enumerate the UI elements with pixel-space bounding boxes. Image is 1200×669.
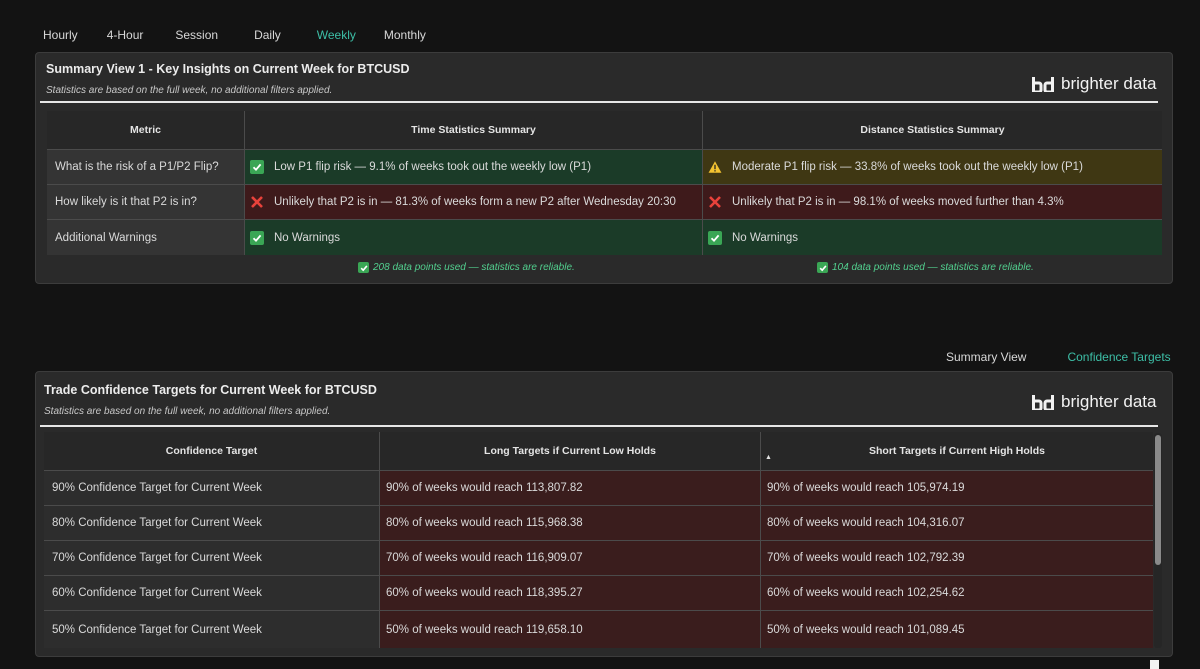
warning-icon <box>708 160 722 174</box>
cross-icon <box>708 195 722 209</box>
brighter-data-mark-icon <box>1032 394 1054 410</box>
cross-icon <box>250 195 264 209</box>
time-p2-in-cell: Unlikely that P2 is in — 81.3% of weeks … <box>244 185 702 219</box>
summary-row-flip-risk: What is the risk of a P1/P2 Flip? Low P1… <box>47 150 1162 185</box>
long-target: 90% of weeks would reach 113,807.82 <box>379 471 760 505</box>
brighter-data-mark-icon <box>1032 76 1054 92</box>
tab-summary-view[interactable]: Summary View <box>946 350 1026 364</box>
header-short-targets[interactable]: Short Targets if Current High Holds <box>760 432 1153 470</box>
summary-title: Summary View 1 - Key Insights on Current… <box>46 62 410 76</box>
short-target: 80% of weeks would reach 104,316.07 <box>760 506 1153 540</box>
long-target: 50% of weeks would reach 119,658.10 <box>379 611 760 648</box>
table-row: 90% Confidence Target for Current Week 9… <box>44 471 1153 506</box>
tab-weekly[interactable]: Weekly <box>317 28 356 44</box>
table-scrollbar[interactable] <box>1154 433 1162 648</box>
table-row: 80% Confidence Target for Current Week 8… <box>44 506 1153 541</box>
metric-label: Additional Warnings <box>47 220 244 255</box>
targets-title: Trade Confidence Targets for Current Wee… <box>44 383 377 397</box>
targets-header-row: Confidence Target Long Targets if Curren… <box>44 432 1153 471</box>
metric-label: How likely is it that P2 is in? <box>47 185 244 219</box>
view-tabs: Summary View Confidence Targets <box>946 350 1171 364</box>
long-target: 60% of weeks would reach 118,395.27 <box>379 576 760 610</box>
timeframe-tabs: Hourly 4-Hour Session Daily Weekly Month… <box>43 28 426 44</box>
target-label: 70% Confidence Target for Current Week <box>44 541 379 575</box>
scrollbar-thumb[interactable] <box>1155 435 1161 565</box>
target-label: 90% Confidence Target for Current Week <box>44 471 379 505</box>
target-label: 80% Confidence Target for Current Week <box>44 506 379 540</box>
long-target: 80% of weeks would reach 115,968.38 <box>379 506 760 540</box>
time-flip-risk-cell: Low P1 flip risk — 9.1% of weeks took ou… <box>244 150 702 184</box>
header-metric: Metric <box>47 111 244 149</box>
table-row: 70% Confidence Target for Current Week 7… <box>44 541 1153 576</box>
tab-confidence-targets[interactable]: Confidence Targets <box>1067 350 1170 364</box>
distance-reliability-note: 104 data points used — statistics are re… <box>817 262 1034 273</box>
summary-panel: Summary View 1 - Key Insights on Current… <box>35 52 1173 284</box>
brand-name: brighter data <box>1061 74 1157 93</box>
distance-warnings-cell: No Warnings <box>702 220 1162 255</box>
check-icon <box>250 230 264 245</box>
distance-flip-risk-text: Moderate P1 flip risk — 33.8% of weeks t… <box>732 161 1083 173</box>
summary-divider <box>40 101 1158 103</box>
long-target: 70% of weeks would reach 116,909.07 <box>379 541 760 575</box>
distance-warnings-text: No Warnings <box>732 231 799 244</box>
time-reliability-note: 208 data points used — statistics are re… <box>358 262 575 273</box>
tab-hourly[interactable]: Hourly <box>43 28 78 44</box>
distance-p2-in-cell: Unlikely that P2 is in — 98.1% of weeks … <box>702 185 1162 219</box>
table-row: 60% Confidence Target for Current Week 6… <box>44 576 1153 611</box>
check-icon <box>708 230 722 245</box>
summary-subtitle: Statistics are based on the full week, n… <box>46 85 333 96</box>
summary-row-warnings: Additional Warnings No Warnings No Warni… <box>47 220 1162 255</box>
brand-logo: brighter data <box>1032 74 1156 94</box>
summary-header-row: Metric Time Statistics Summary Distance … <box>47 111 1162 150</box>
time-flip-risk-text: Low P1 flip risk — 9.1% of weeks took ou… <box>274 161 592 173</box>
time-note-text: 208 data points used — statistics are re… <box>373 262 575 273</box>
check-icon <box>250 160 264 174</box>
target-label: 50% Confidence Target for Current Week <box>44 611 379 648</box>
short-target: 50% of weeks would reach 101,089.45 <box>760 611 1153 648</box>
metric-label: What is the risk of a P1/P2 Flip? <box>47 150 244 184</box>
header-distance-stats: Distance Statistics Summary <box>702 111 1162 149</box>
distance-note-text: 104 data points used — statistics are re… <box>832 262 1034 273</box>
brand-name: brighter data <box>1061 392 1157 411</box>
short-target: 90% of weeks would reach 105,974.19 <box>760 471 1153 505</box>
tab-4-hour[interactable]: 4-Hour <box>107 28 144 44</box>
short-target: 60% of weeks would reach 102,254.62 <box>760 576 1153 610</box>
short-target: 70% of weeks would reach 102,792.39 <box>760 541 1153 575</box>
summary-row-p2-in: How likely is it that P2 is in? Unlikely… <box>47 185 1162 220</box>
cursor-block <box>1150 660 1159 669</box>
distance-p2-in-text: Unlikely that P2 is in — 98.1% of weeks … <box>732 196 1064 208</box>
time-warnings-text: No Warnings <box>274 231 341 244</box>
time-warnings-cell: No Warnings <box>244 220 702 255</box>
sort-ascending-icon[interactable]: ▲ <box>765 454 772 461</box>
targets-subtitle: Statistics are based on the full week, n… <box>44 406 331 417</box>
header-confidence-target: Confidence Target <box>44 432 379 470</box>
distance-flip-risk-cell: Moderate P1 flip risk — 33.8% of weeks t… <box>702 150 1162 184</box>
targets-table: Confidence Target Long Targets if Curren… <box>44 432 1153 648</box>
target-label: 60% Confidence Target for Current Week <box>44 576 379 610</box>
tab-monthly[interactable]: Monthly <box>384 28 426 44</box>
time-p2-in-text: Unlikely that P2 is in — 81.3% of weeks … <box>274 196 676 208</box>
brand-logo: brighter data <box>1032 392 1156 412</box>
tab-daily[interactable]: Daily <box>254 28 281 44</box>
targets-divider <box>40 425 1158 427</box>
header-long-targets: Long Targets if Current Low Holds <box>379 432 760 470</box>
header-time-stats: Time Statistics Summary <box>244 111 702 149</box>
check-icon <box>817 262 828 273</box>
check-icon <box>358 262 369 273</box>
table-row: 50% Confidence Target for Current Week 5… <box>44 611 1153 648</box>
tab-session[interactable]: Session <box>175 28 218 44</box>
summary-table: Metric Time Statistics Summary Distance … <box>47 111 1162 255</box>
